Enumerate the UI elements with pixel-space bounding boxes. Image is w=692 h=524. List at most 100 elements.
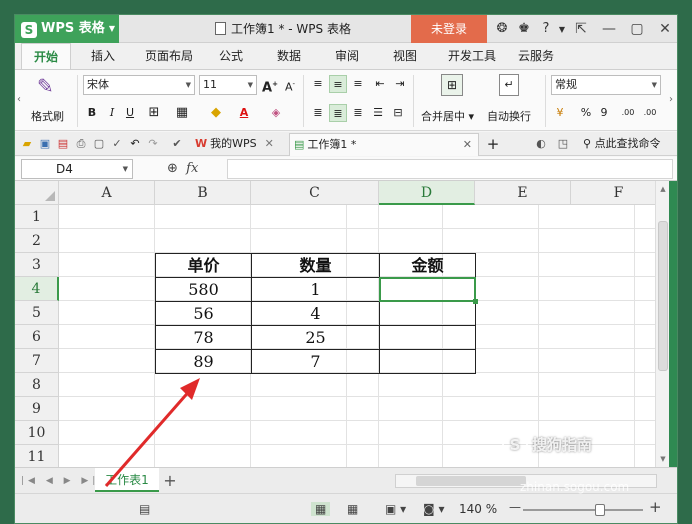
help-icon[interactable]: ? xyxy=(535,15,557,43)
underline-icon[interactable]: U xyxy=(121,104,139,122)
cell-b4[interactable]: 580 xyxy=(155,277,252,302)
cell-c6[interactable]: 25 xyxy=(251,325,380,350)
redo-icon[interactable]: ↷ xyxy=(145,136,161,152)
close-tab-icon[interactable]: ✕ xyxy=(463,134,472,156)
find-command[interactable]: ⚲ 点此查找命令 xyxy=(583,132,661,156)
bold-icon[interactable]: B xyxy=(83,104,101,122)
tab-insert[interactable]: 插入 xyxy=(81,43,125,69)
italic-icon[interactable]: I xyxy=(103,104,121,122)
number-format-select[interactable]: 常规 ▼ xyxy=(551,75,661,95)
name-box[interactable]: D4 ▼ xyxy=(21,159,133,179)
add-sheet-icon[interactable]: + xyxy=(161,468,179,494)
print-preview-icon[interactable]: ▢ xyxy=(91,136,107,152)
backup-icon[interactable]: ◐ xyxy=(533,136,549,152)
tab-formulas[interactable]: 公式 xyxy=(211,43,251,69)
cell-d6[interactable] xyxy=(379,325,476,350)
row-header-4[interactable]: 4 xyxy=(15,277,59,301)
fill-color-icon[interactable]: ◆ xyxy=(207,104,225,122)
vertical-scrollbar[interactable]: ▲ ▼ xyxy=(655,181,669,467)
cell-d3[interactable]: 金额 xyxy=(379,253,476,278)
row-header-5[interactable]: 5 xyxy=(15,301,59,325)
close-icon[interactable]: ✕ xyxy=(651,15,677,43)
macro-record-icon[interactable]: ▤ xyxy=(139,502,150,516)
row-header-6[interactable]: 6 xyxy=(15,325,59,349)
wrap-text-button[interactable]: 自动换行 xyxy=(487,108,531,124)
page-break-view-icon[interactable]: ▦ xyxy=(347,502,358,516)
merge-center-icon[interactable]: ⊞ xyxy=(441,74,463,96)
minimize-icon[interactable]: — xyxy=(595,15,623,43)
restore-ribbon-icon[interactable]: ⇱ xyxy=(567,15,595,43)
cell-d7[interactable] xyxy=(379,349,476,374)
align-middle-icon[interactable]: ≡ xyxy=(329,75,347,93)
wrap-text-icon[interactable]: ↵ xyxy=(499,74,519,96)
formula-input[interactable] xyxy=(227,159,673,179)
row-header-8[interactable]: 8 xyxy=(15,373,59,397)
zoom-level[interactable]: 140 % xyxy=(459,502,497,516)
cell-b3[interactable]: 单价 xyxy=(155,253,252,278)
row-header-3[interactable]: 3 xyxy=(15,253,59,277)
skin-icon[interactable]: ❂ xyxy=(491,15,513,43)
row-header-9[interactable]: 9 xyxy=(15,397,59,421)
app-menu-dropdown-icon[interactable]: ▼ xyxy=(105,15,119,43)
save-icon[interactable]: ▣ xyxy=(37,136,53,152)
column-header-b[interactable]: B xyxy=(155,181,251,205)
reading-mode-icon[interactable]: ◙ ▾ xyxy=(423,502,444,516)
format-painter-icon[interactable]: ✎ xyxy=(37,74,54,98)
indent-increase-icon[interactable]: ⇥ xyxy=(391,75,409,93)
login-button[interactable]: 未登录 xyxy=(411,15,487,43)
app-menu-button[interactable]: S WPS 表格 xyxy=(15,15,119,43)
format-painter-label[interactable]: 格式刷 xyxy=(31,108,64,124)
border-icon[interactable]: ⊞ xyxy=(145,104,163,122)
open-folder-icon[interactable]: ▰ xyxy=(19,136,35,152)
spellcheck-icon[interactable]: ✓ xyxy=(109,136,125,152)
normal-view-icon[interactable]: ▦ xyxy=(311,502,331,516)
zoom-in-icon[interactable]: + xyxy=(649,498,662,516)
column-header-e[interactable]: E xyxy=(475,181,571,205)
horizontal-scroll-thumb[interactable] xyxy=(416,476,526,486)
scroll-down-icon[interactable]: ▼ xyxy=(656,455,670,463)
help-dropdown-icon[interactable]: ▼ xyxy=(557,16,567,44)
align-bottom-icon[interactable]: ≡ xyxy=(349,75,367,93)
row-header-2[interactable]: 2 xyxy=(15,229,59,253)
vertical-scroll-thumb[interactable] xyxy=(658,221,668,371)
align-right-icon[interactable]: ≣ xyxy=(349,104,367,122)
share-icon[interactable]: ◳ xyxy=(555,136,571,152)
align-center-icon[interactable]: ≣ xyxy=(329,104,347,122)
select-all-corner[interactable] xyxy=(15,181,59,205)
tab-home[interactable]: 开始 xyxy=(21,43,71,69)
column-header-c[interactable]: C xyxy=(251,181,379,205)
column-header-d[interactable]: D xyxy=(379,181,475,205)
column-header-f[interactable]: F xyxy=(571,181,655,205)
export-pdf-icon[interactable]: ▤ xyxy=(55,136,71,152)
align-left-icon[interactable]: ≣ xyxy=(309,104,327,122)
font-color-icon[interactable]: A xyxy=(235,104,253,122)
tab-workbook[interactable]: ▤ 工作簿1 * ✕ xyxy=(289,133,479,156)
percent-icon[interactable]: % xyxy=(577,104,595,122)
currency-icon[interactable]: ¥ xyxy=(551,104,569,122)
font-name-select[interactable]: 宋体 ▼ xyxy=(83,75,195,95)
cell-d5[interactable] xyxy=(379,301,476,326)
page-layout-view-icon[interactable]: ▣ ▾ xyxy=(385,502,406,516)
column-header-a[interactable]: A xyxy=(59,181,155,205)
customize-quick-access-icon[interactable]: ✔ xyxy=(169,136,185,152)
undo-icon[interactable]: ↶ xyxy=(127,136,143,152)
thousands-icon[interactable]: 9 xyxy=(595,104,613,122)
row-header-1[interactable]: 1 xyxy=(15,205,59,229)
row-header-11[interactable]: 11 xyxy=(15,445,59,467)
ribbon-scroll-right-icon[interactable]: › xyxy=(669,94,673,105)
side-panel-strip[interactable] xyxy=(669,181,677,467)
justify-icon[interactable]: ☰ xyxy=(369,104,387,122)
maximize-icon[interactable]: ▢ xyxy=(623,15,651,43)
row-header-7[interactable]: 7 xyxy=(15,349,59,373)
cell-c5[interactable]: 4 xyxy=(251,301,380,326)
cell-b7[interactable]: 89 xyxy=(155,349,252,374)
cell-style-icon[interactable]: ▦ xyxy=(173,104,191,122)
sheet-tab-1[interactable]: 工作表1 xyxy=(95,468,159,492)
fx-icon[interactable]: fx xyxy=(186,161,198,176)
tab-view[interactable]: 视图 xyxy=(385,43,425,69)
cell-c3[interactable]: 数量 xyxy=(251,253,380,278)
tab-review[interactable]: 审阅 xyxy=(327,43,367,69)
increase-decimal-icon[interactable]: .00 xyxy=(619,104,637,122)
font-size-select[interactable]: 11 ▼ xyxy=(199,75,257,95)
merge-center-button[interactable]: 合并居中 ▾ xyxy=(421,108,474,124)
